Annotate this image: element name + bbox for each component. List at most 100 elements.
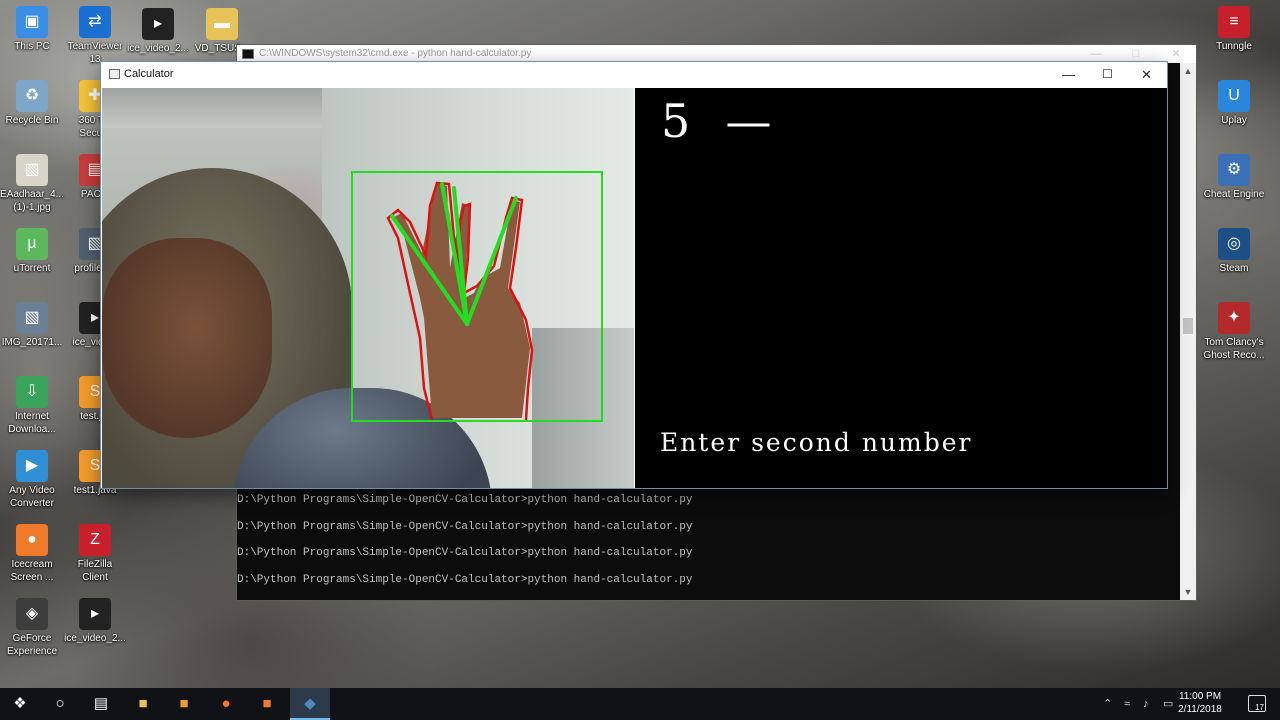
- notification-count: 17: [1255, 703, 1264, 712]
- cmd-title: C:\WINDOWS\system32\cmd.exe - python han…: [259, 48, 532, 59]
- maximize-button[interactable]: ☐: [1088, 62, 1127, 87]
- notification-center-icon[interactable]: 17: [1248, 695, 1266, 712]
- cheat-engine-icon: ⚙: [1218, 154, 1250, 186]
- scroll-down-icon[interactable]: ▼: [1180, 584, 1196, 600]
- calculator-title: Calculator: [124, 68, 174, 80]
- scroll-thumb[interactable]: [1183, 318, 1193, 334]
- desktop-icon[interactable]: Z FileZilla Client: [61, 524, 129, 584]
- desktop-icon[interactable]: ⚙ Cheat Engine: [1200, 154, 1268, 201]
- teamviewer-icon: ⇄: [79, 6, 111, 38]
- desktop-icon-label: uTorrent: [13, 263, 51, 274]
- wifi-icon[interactable]: ≈: [1124, 688, 1130, 720]
- cmd-output: D:\Python Programs\Simple-OpenCV-Calcula…: [237, 493, 1181, 599]
- taskbar-firefox[interactable]: ●: [206, 688, 246, 720]
- image-file-icon: ▧: [16, 302, 48, 334]
- folder-icon: ■: [138, 695, 148, 712]
- icecream-recorder-icon: ●: [16, 524, 48, 556]
- volume-icon[interactable]: ♪: [1143, 688, 1149, 720]
- desktop-icon-label: This PC: [14, 41, 50, 52]
- taskbar-sublime[interactable]: ■: [164, 688, 204, 720]
- taskbar-icecream[interactable]: ■: [247, 688, 287, 720]
- cmd-scrollbar[interactable]: ▲ ▼: [1180, 63, 1196, 600]
- start-button[interactable]: ❖: [0, 688, 40, 720]
- calculator-titlebar[interactable]: Calculator — ☐ ✕: [101, 62, 1167, 87]
- desktop-icon-label: Internet Downloa...: [8, 411, 56, 435]
- search-button[interactable]: ○: [40, 688, 80, 720]
- clock-time: 11:00 PM: [1178, 691, 1222, 702]
- desktop-icon[interactable]: ⇩ Internet Downloa...: [0, 376, 66, 436]
- calculator-window[interactable]: Calculator — ☐ ✕ 5 — Enter second number: [100, 61, 1168, 489]
- cmd-icon: [242, 49, 254, 59]
- clock[interactable]: 11:00 PM 2/11/2018: [1170, 690, 1230, 716]
- desktop-icon[interactable]: µ uTorrent: [0, 228, 66, 275]
- desktop-icon-label: Cheat Engine: [1203, 189, 1265, 200]
- uplay-icon: U: [1218, 80, 1250, 112]
- video-file-icon: ▸: [79, 598, 111, 630]
- cmd-line: D:\Python Programs\Simple-OpenCV-Calcula…: [237, 494, 693, 506]
- window-icon: [109, 69, 120, 79]
- game-icon: ✦: [1218, 302, 1250, 334]
- status-prompt: Enter second number: [660, 428, 973, 457]
- taskbar-file-explorer[interactable]: ■: [123, 688, 163, 720]
- cmd-line: D:\Python Programs\Simple-OpenCV-Calcula…: [237, 573, 693, 586]
- firefox-icon: ●: [221, 695, 231, 712]
- video-file-icon: ▸: [142, 8, 174, 40]
- desktop-icon[interactable]: ≡ Tunngle: [1200, 6, 1268, 53]
- tunngle-icon: ≡: [1218, 6, 1250, 38]
- desktop-icon[interactable]: ◎ Steam: [1200, 228, 1268, 275]
- desktop-icon-label: ice_video_2...: [64, 633, 126, 644]
- scroll-up-icon[interactable]: ▲: [1180, 63, 1196, 79]
- desktop-icon-label: Steam: [1219, 263, 1249, 274]
- clock-date: 2/11/2018: [1178, 704, 1222, 715]
- desktop-icon[interactable]: ✦ Tom Clancy's Ghost Reco...: [1200, 302, 1268, 362]
- desktop-icon[interactable]: ▶ Any Video Converter: [0, 450, 66, 510]
- expression-display: 5 —: [661, 94, 774, 148]
- chevron-up-icon[interactable]: ⌃: [1103, 688, 1112, 720]
- cortana-icon: ○: [55, 695, 65, 712]
- camera-feed: [102, 88, 634, 488]
- desktop-icon-label: Icecream Screen ...: [10, 559, 54, 583]
- image-file-icon: ▧: [16, 154, 48, 186]
- desktop-icon[interactable]: ⇄ TeamViewer 13: [61, 6, 129, 66]
- desktop-icon[interactable]: ▸ ice_video_2...: [124, 8, 192, 55]
- windows-logo-icon: ❖: [13, 695, 27, 712]
- steam-icon: ◎: [1218, 228, 1250, 260]
- desktop-icon[interactable]: ▧ IMG_20171...: [0, 302, 66, 349]
- desktop-icon[interactable]: ◈ GeForce Experience: [0, 598, 66, 658]
- filezilla-icon: Z: [79, 524, 111, 556]
- sublime-icon: ■: [179, 695, 189, 712]
- desktop-icon-label: Tunngle: [1216, 41, 1252, 52]
- folder-icon: ▬: [206, 8, 238, 40]
- python-icon: ◆: [304, 695, 316, 712]
- desktop-icon[interactable]: ▧ EAadhaar_4... (1)-1.jpg: [0, 154, 66, 214]
- taskbar-python[interactable]: ◆: [290, 688, 330, 720]
- desktop-icon-label: Any Video Converter: [9, 485, 55, 509]
- taskbar-task-view[interactable]: ▤: [81, 688, 121, 720]
- task-view-icon: ▤: [93, 695, 109, 712]
- desktop-icon[interactable]: ▣ This PC: [0, 6, 66, 53]
- desktop-icon[interactable]: U Uplay: [1200, 80, 1268, 127]
- hand-overlay: [351, 171, 603, 422]
- desktop-icon[interactable]: ♻ Recycle Bin: [0, 80, 66, 127]
- computer-icon: ▣: [16, 6, 48, 38]
- desktop-icon-label: IMG_20171...: [1, 337, 63, 348]
- calculator-output: 5 — Enter second number: [635, 88, 1167, 488]
- cmd-line: D:\Python Programs\Simple-OpenCV-Calcula…: [237, 547, 693, 559]
- video-converter-icon: ▶: [16, 450, 48, 482]
- desktop-icon[interactable]: ▸ ice_video_2...: [61, 598, 129, 645]
- icecream-recorder-icon: ■: [262, 695, 272, 712]
- desktop-icon-label: Tom Clancy's Ghost Reco...: [1203, 337, 1265, 361]
- desktop-icon[interactable]: ● Icecream Screen ...: [0, 524, 66, 584]
- minimize-button[interactable]: —: [1049, 62, 1088, 87]
- recycle-bin-icon: ♻: [16, 80, 48, 112]
- desktop-icon-label: Recycle Bin: [5, 115, 59, 126]
- taskbar: ❖ ○ ▤ ■ ■ ● ■ ◆ ⌃ ≈ ♪ ▭ 11:00 PM 2/11/20…: [0, 688, 1280, 720]
- desktop-icon-label: Uplay: [1221, 115, 1247, 126]
- download-manager-icon: ⇩: [16, 376, 48, 408]
- desktop-icon-label: FileZilla Client: [77, 559, 113, 583]
- geforce-icon: ◈: [16, 598, 48, 630]
- close-button[interactable]: ✕: [1127, 62, 1166, 87]
- cmd-line: D:\Python Programs\Simple-OpenCV-Calcula…: [237, 520, 693, 533]
- desktop-icon-label: EAadhaar_4... (1)-1.jpg: [0, 189, 64, 213]
- utorrent-icon: µ: [16, 228, 48, 260]
